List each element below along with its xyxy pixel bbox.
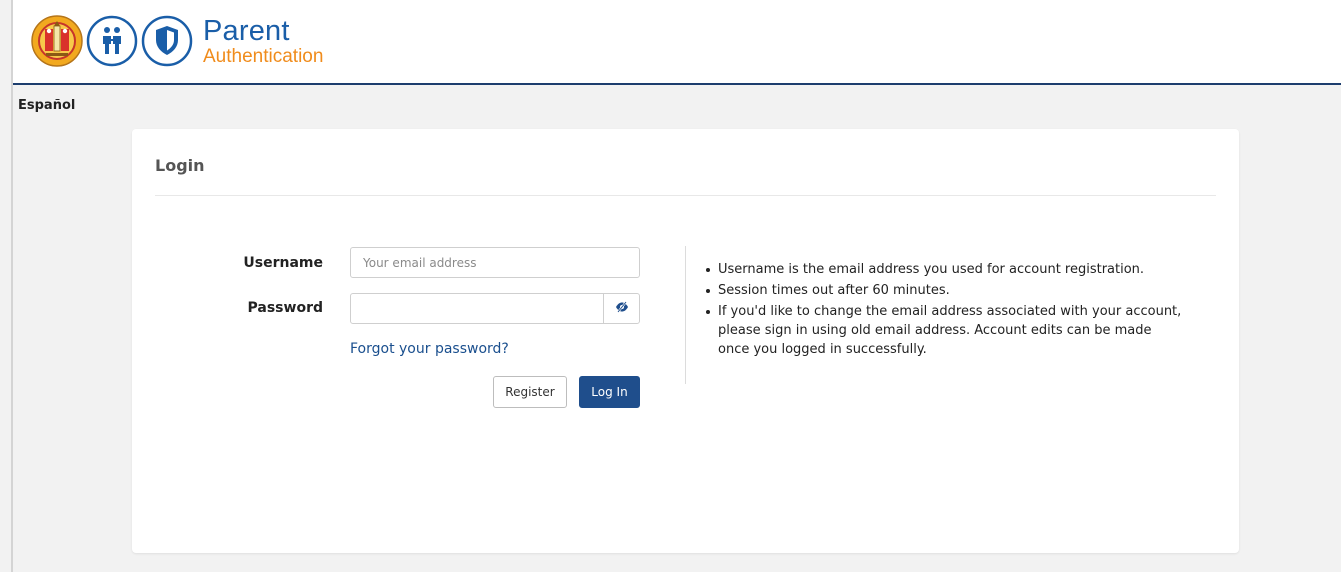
- login-info-list: Username is the email address you used f…: [704, 260, 1184, 361]
- left-border: [11, 0, 13, 572]
- username-input[interactable]: [350, 247, 640, 278]
- district-seal-icon: [31, 15, 83, 67]
- login-page: Parent Authentication Español Login User…: [0, 0, 1341, 572]
- log-in-button[interactable]: Log In: [579, 376, 640, 408]
- info-item-session: Session times out after 60 minutes.: [704, 281, 1184, 300]
- register-button[interactable]: Register: [493, 376, 567, 408]
- toggle-password-visibility-button[interactable]: [603, 293, 640, 324]
- language-toggle-link[interactable]: Español: [18, 98, 75, 113]
- card-title: Login: [155, 156, 205, 175]
- brand-subtitle: Authentication: [203, 45, 324, 67]
- username-label: Username: [243, 255, 323, 271]
- brand-title: Parent: [203, 14, 290, 47]
- password-label: Password: [247, 300, 323, 316]
- family-icon: [86, 15, 138, 67]
- shield-icon: [141, 15, 193, 67]
- login-card: Login Username Password Forgot your pass…: [132, 129, 1239, 553]
- info-item-email-change: If you'd like to change the email addres…: [704, 302, 1184, 359]
- site-header: Parent Authentication: [13, 0, 1341, 85]
- logo-group: Parent Authentication: [31, 11, 323, 71]
- card-divider: [155, 195, 1216, 196]
- vertical-divider: [685, 246, 686, 384]
- info-item-username: Username is the email address you used f…: [704, 260, 1184, 279]
- forgot-password-link[interactable]: Forgot your password?: [350, 341, 509, 357]
- brand-text: Parent Authentication: [203, 14, 324, 67]
- password-input[interactable]: [350, 293, 604, 324]
- eye-slash-icon: [615, 301, 629, 316]
